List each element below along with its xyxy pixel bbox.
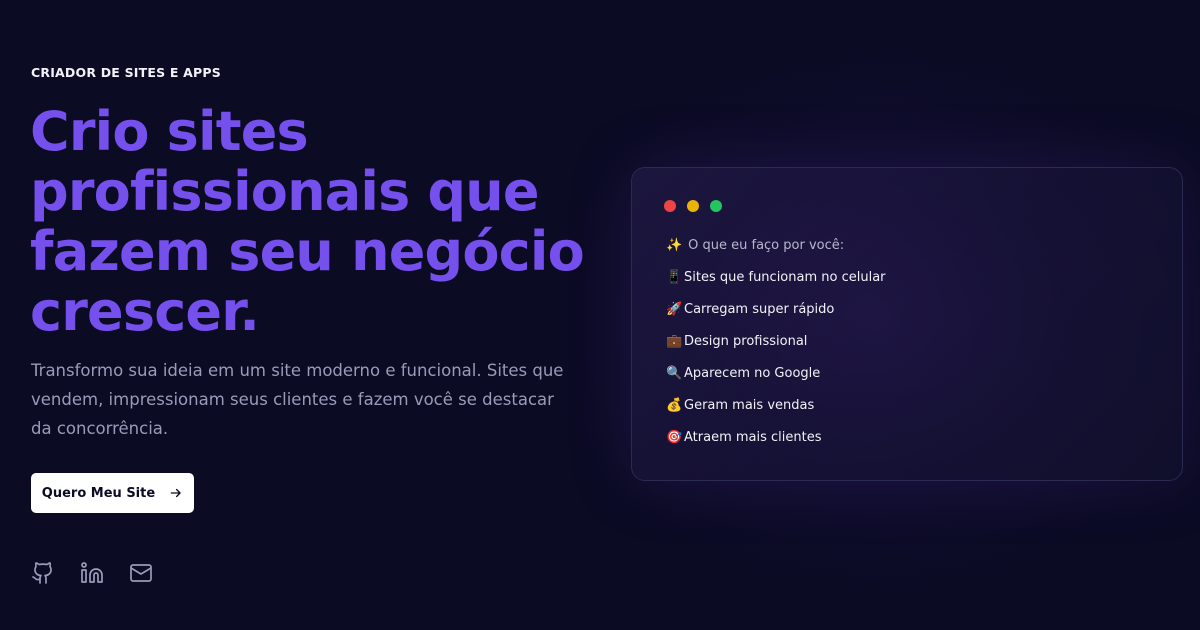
list-item-text: Design profissional (684, 334, 808, 349)
briefcase-icon: 💼 (666, 334, 683, 349)
cta-button-label: Quero Meu Site (41, 485, 156, 501)
github-icon[interactable] (31, 561, 55, 585)
mobile-phone-icon: 📱 (666, 270, 683, 285)
list-item-text: Atraem mais clientes (684, 430, 822, 445)
money-bag-icon: 💰 (666, 398, 683, 413)
list-item-text: Sites que funcionam no celular (684, 270, 886, 285)
card-title: ✨ O que eu faço por você: (666, 238, 844, 253)
list-item: 💰 Geram mais vendas (666, 398, 886, 430)
mail-icon[interactable] (129, 561, 153, 585)
arrow-right-icon (170, 488, 181, 498)
window-dot-red (664, 200, 676, 212)
list-item: 🔍 Aparecem no Google (666, 366, 886, 398)
services-list: 📱 Sites que funcionam no celular 🚀 Carrega… (666, 270, 886, 462)
rocket-icon: 🚀 (666, 302, 683, 317)
list-item-text: Geram mais vendas (684, 398, 815, 413)
linkedin-icon[interactable] (80, 561, 104, 585)
list-item: 📱 Sites que funcionam no celular (666, 270, 886, 302)
sparkles-icon: ✨ (666, 238, 683, 253)
window-controls (664, 200, 722, 212)
eyebrow-label: CRIADOR DE SITES E APPS (31, 65, 221, 80)
magnifier-icon: 🔍 (666, 366, 683, 381)
hero-subtitle: Transformo sua ideia em um site moderno … (31, 361, 564, 438)
window-dot-yellow (687, 200, 699, 212)
window-dot-green (710, 200, 722, 212)
social-links (31, 561, 153, 585)
list-item-text: Aparecem no Google (684, 366, 821, 381)
list-item-text: Carregam super rápido (684, 302, 835, 317)
list-item: 💼 Design profissional (666, 334, 886, 366)
cta-button[interactable]: Quero Meu Site (31, 473, 194, 513)
hero-headline: Crio sites profissionais que fazem seu n… (30, 100, 585, 343)
target-icon: 🎯 (666, 430, 683, 445)
list-item: 🚀 Carregam super rápido (666, 302, 886, 334)
card-title-text: O que eu faço por você: (688, 238, 845, 253)
list-item: 🎯 Atraem mais clientes (666, 430, 886, 462)
services-card: ✨ O que eu faço por você: 📱 Sites que fun… (631, 167, 1183, 481)
